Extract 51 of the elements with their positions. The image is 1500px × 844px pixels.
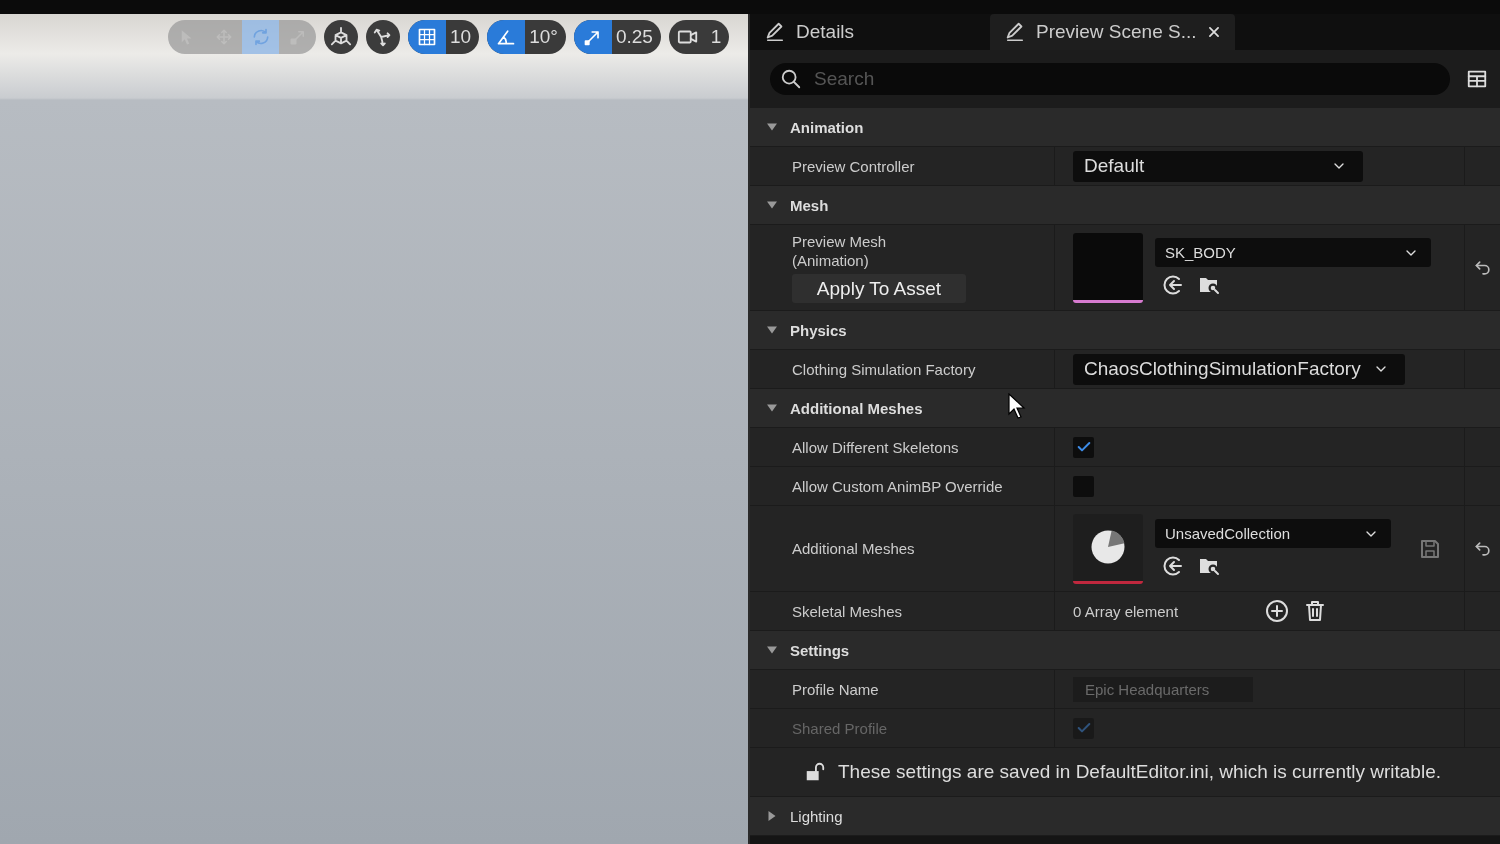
table-view-icon bbox=[1466, 68, 1488, 90]
category-header[interactable]: Mesh bbox=[750, 186, 1500, 225]
property-label: Profile Name bbox=[792, 679, 880, 699]
grid-icon bbox=[417, 27, 437, 47]
snap-toggle[interactable]: 10° bbox=[487, 20, 566, 54]
arrow-left-circle-icon bbox=[1161, 273, 1185, 297]
category-header[interactable]: Settings bbox=[750, 631, 1500, 670]
snap-toggle[interactable]: 10 bbox=[408, 20, 480, 54]
caret-right-icon bbox=[766, 810, 778, 822]
search-icon bbox=[780, 68, 802, 90]
property-label: Skeletal Meshes bbox=[792, 601, 904, 621]
dropdown[interactable]: Default bbox=[1073, 150, 1363, 182]
transform-tool[interactable] bbox=[242, 20, 279, 54]
search-field[interactable]: Search bbox=[770, 63, 1450, 95]
asset-thumbnail bbox=[1073, 232, 1143, 303]
close-icon bbox=[1206, 25, 1221, 39]
arrow-left-circle-icon bbox=[1161, 554, 1185, 578]
checkbox[interactable] bbox=[1073, 436, 1094, 458]
property-label: Preview Controller bbox=[792, 156, 916, 176]
property-label: Preview Mesh (Animation) bbox=[792, 232, 888, 270]
category-header[interactable]: Additional Meshes bbox=[750, 389, 1500, 428]
angle-icon bbox=[496, 27, 517, 47]
trash-icon bbox=[1303, 599, 1327, 623]
array-count: 0 Array element bbox=[1073, 602, 1180, 620]
property-label: Additional Meshes bbox=[792, 539, 916, 558]
unlocked-padlock-icon bbox=[804, 761, 826, 783]
panel-tab[interactable]: Preview Scene S... bbox=[990, 14, 1235, 50]
category-header[interactable]: Animation bbox=[750, 108, 1500, 147]
apply-button[interactable]: Apply To Asset bbox=[792, 274, 966, 303]
caret-down-icon bbox=[766, 121, 778, 133]
asset-dropdown[interactable]: SK_BODY bbox=[1155, 238, 1431, 267]
pencil-icon bbox=[1004, 21, 1026, 43]
pencil-icon bbox=[764, 21, 786, 43]
caret-down-icon bbox=[766, 324, 778, 336]
caret-down-icon bbox=[766, 402, 778, 414]
caret-down-icon bbox=[766, 644, 778, 656]
category-header[interactable]: Lighting bbox=[750, 797, 1500, 836]
add-circle-icon bbox=[1265, 599, 1289, 623]
property-label: Shared Profile bbox=[792, 718, 889, 738]
snap-toggle[interactable]: 0.25 bbox=[573, 20, 661, 54]
asset-dropdown[interactable]: UnsavedCollection bbox=[1155, 519, 1391, 548]
property-label: Clothing Simulation Factory bbox=[792, 359, 977, 379]
category-header[interactable]: Physics bbox=[750, 311, 1500, 350]
panel-tab[interactable]: Details bbox=[750, 14, 980, 50]
caret-down-icon bbox=[766, 199, 778, 211]
dropdown[interactable]: ChaosClothingSimulationFactory bbox=[1073, 353, 1405, 385]
notice-text: These settings are saved in DefaultEditor.ini, which is currently writable. bbox=[838, 761, 1441, 783]
mouse-cursor-icon bbox=[1008, 393, 1026, 419]
property-label: Allow Custom AnimBP Override bbox=[792, 476, 1004, 496]
cube-axes-icon bbox=[330, 26, 352, 48]
property-label: Allow Different Skeletons bbox=[792, 437, 960, 457]
